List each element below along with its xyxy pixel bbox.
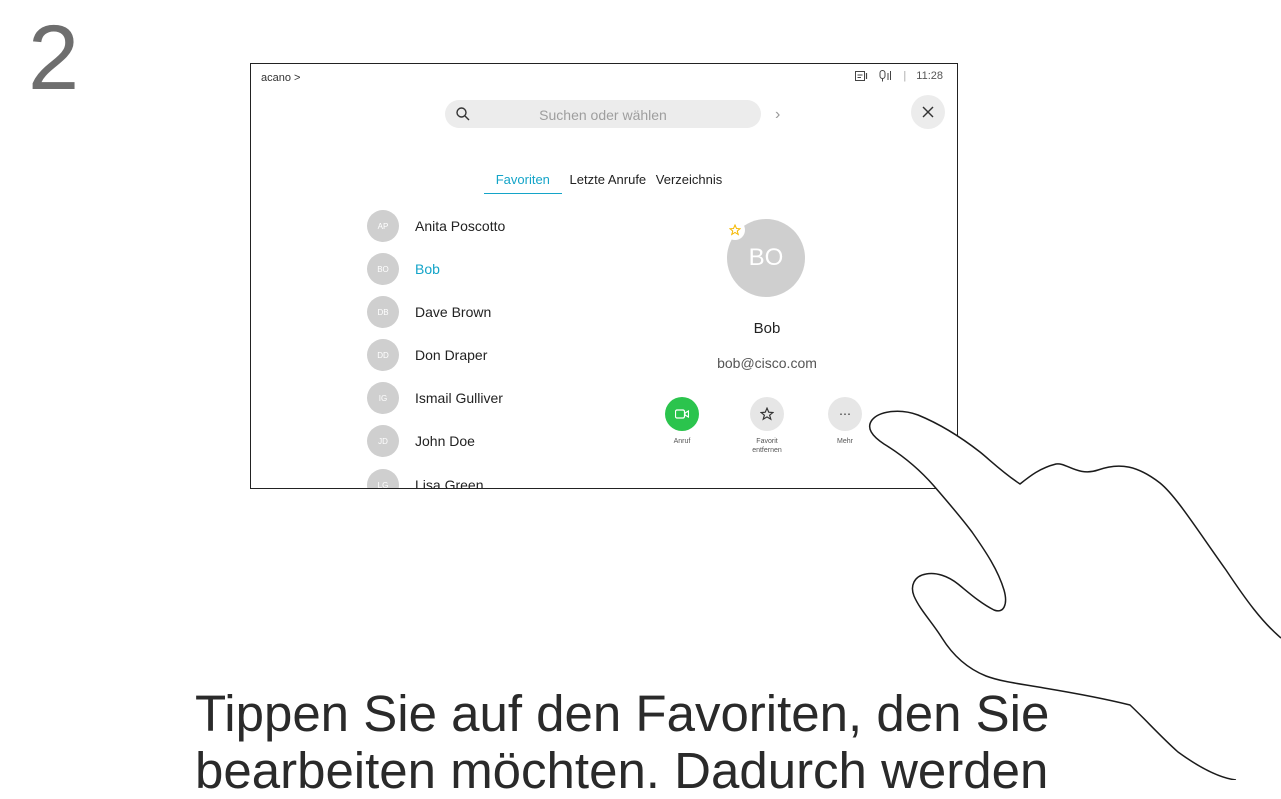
call-button[interactable]: Anruf [647, 397, 717, 446]
tab-favoriten[interactable]: Favoriten [483, 172, 562, 194]
more-icon: ⋯ [828, 397, 862, 431]
list-item[interactable]: IG Ismail Gulliver [367, 381, 503, 415]
clock: 11:28 [916, 70, 943, 82]
favorite-star-icon [725, 220, 745, 240]
contact-name: Lisa Green [415, 477, 484, 489]
action-label: Mehr [837, 438, 853, 445]
chevron-right-icon[interactable]: › [775, 106, 780, 124]
search-placeholder: Suchen oder wählen [539, 107, 667, 123]
separator: | [903, 70, 907, 82]
action-label: Favorit entfernen [752, 438, 782, 455]
list-item[interactable]: JD John Doe [367, 424, 475, 458]
avatar: DD [367, 339, 399, 371]
tab-verzeichnis[interactable]: Verzeichnis [654, 172, 724, 193]
instruction-caption: Tippen Sie auf den Favoriten, den Sie be… [195, 685, 1050, 799]
status-bar: | 11:28 [855, 70, 943, 82]
search-input[interactable]: Suchen oder wählen [445, 100, 761, 128]
avatar: IG [367, 382, 399, 414]
avatar: DB [367, 296, 399, 328]
list-item[interactable]: AP Anita Poscotto [367, 209, 505, 243]
contact-name: Dave Brown [415, 304, 492, 320]
remove-favorite-button[interactable]: Favorit entfernen [732, 397, 802, 455]
detail-name: Bob [753, 320, 781, 337]
detail-email: bob@cisco.com [717, 355, 817, 371]
microphone-status-icon[interactable] [879, 70, 893, 82]
step-number: 2 [28, 7, 80, 109]
avatar: AP [367, 210, 399, 242]
list-item[interactable]: DD Don Draper [367, 338, 487, 372]
touch-screen: acano > | 11:28 Suchen oder wählen › Fav… [250, 63, 958, 489]
list-item[interactable]: BO Bob [367, 252, 440, 286]
close-icon [922, 106, 934, 118]
close-button[interactable] [911, 95, 945, 129]
star-icon [750, 397, 784, 431]
camera-status-icon[interactable] [855, 70, 869, 82]
tab-bar: Favoriten Letzte Anrufe Verzeichnis [251, 172, 957, 194]
contact-name: John Doe [415, 433, 475, 449]
avatar: LG [367, 469, 399, 488]
list-item[interactable]: DB Dave Brown [367, 295, 491, 329]
avatar: JD [367, 425, 399, 457]
contact-name: Bob [415, 261, 440, 277]
breadcrumb[interactable]: acano > [261, 72, 300, 84]
video-call-icon [665, 397, 699, 431]
avatar: BO [367, 253, 399, 285]
tab-letzte-anrufe[interactable]: Letzte Anrufe [568, 172, 649, 193]
action-label: Anruf [673, 438, 691, 445]
list-item[interactable]: LG Lisa Green [367, 468, 484, 489]
more-button[interactable]: ⋯ Mehr [810, 397, 880, 446]
contact-name: Ismail Gulliver [415, 390, 503, 406]
contact-name: Don Draper [415, 347, 488, 363]
contact-name: Anita Poscotto [415, 218, 506, 234]
